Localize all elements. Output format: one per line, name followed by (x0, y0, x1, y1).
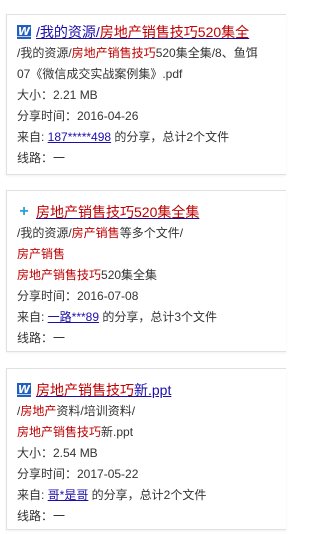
result-title-link[interactable]: 房地产销售技巧520集全集 (36, 202, 199, 222)
file-size: 大小：2.21 MB (17, 88, 98, 102)
route: 线路：一 (17, 331, 66, 345)
result-title-link[interactable]: 房地产销售技巧新.ppt (36, 380, 171, 400)
word-doc-icon: W (17, 383, 31, 397)
share-time: 分享时间：2016-04-26 (17, 109, 139, 123)
share-source: 来自: 一路***89 的分享，总计3个文件 (17, 310, 218, 324)
result-title-row: + 房地产销售技巧520集全集 (7, 201, 286, 223)
sharer-link[interactable]: 187*****498 (48, 130, 111, 144)
share-time: 分享时间：2017-05-22 (17, 467, 139, 481)
share-source: 来自: 187*****498 的分享，总计2个文件 (17, 130, 230, 144)
word-doc-icon: W (17, 25, 31, 39)
share-source: 来自: 哥*是哥 的分享，总计2个文件 (17, 488, 207, 502)
result-title-row: W 房地产销售技巧新.ppt (7, 379, 286, 401)
file-name: 07《微信成交实战案例集》.pdf (17, 67, 183, 81)
plus-expand-icon[interactable]: + (17, 204, 31, 220)
result-card-3: W 房地产销售技巧新.ppt /房地产资料/培训资料/ 房地产销售技巧新.ppt… (6, 368, 286, 530)
file-path: /我的资源/房地产销售技巧520集全集/8、鱼饵 (17, 46, 258, 60)
file-path: /我的资源/房产销售等多个文件/ (17, 226, 184, 240)
result-card-2: + 房地产销售技巧520集全集 /我的资源/房产销售等多个文件/ 房产销售 房地… (6, 190, 286, 352)
sharer-link[interactable]: 哥*是哥 (48, 488, 89, 502)
file-name: 房地产销售技巧520集全集 (17, 268, 158, 282)
file-name: 房地产销售技巧新.ppt (17, 425, 134, 439)
result-card-1: W /我的资源/房地产销售技巧520集全 /我的资源/房地产销售技巧520集全集… (6, 14, 286, 175)
route: 线路：一 (17, 509, 66, 523)
route: 线路：一 (17, 151, 66, 165)
file-path: /房地产资料/培训资料/ (17, 404, 136, 418)
file-size: 大小：2.54 MB (17, 446, 98, 460)
sharer-link[interactable]: 一路***89 (48, 310, 99, 324)
result-title-row: W /我的资源/房地产销售技巧520集全 (7, 21, 286, 43)
share-time: 分享时间：2016-07-08 (17, 289, 139, 303)
result-title-link[interactable]: /我的资源/房地产销售技巧520集全 (36, 22, 249, 42)
file-name: 房产销售 (17, 247, 66, 261)
